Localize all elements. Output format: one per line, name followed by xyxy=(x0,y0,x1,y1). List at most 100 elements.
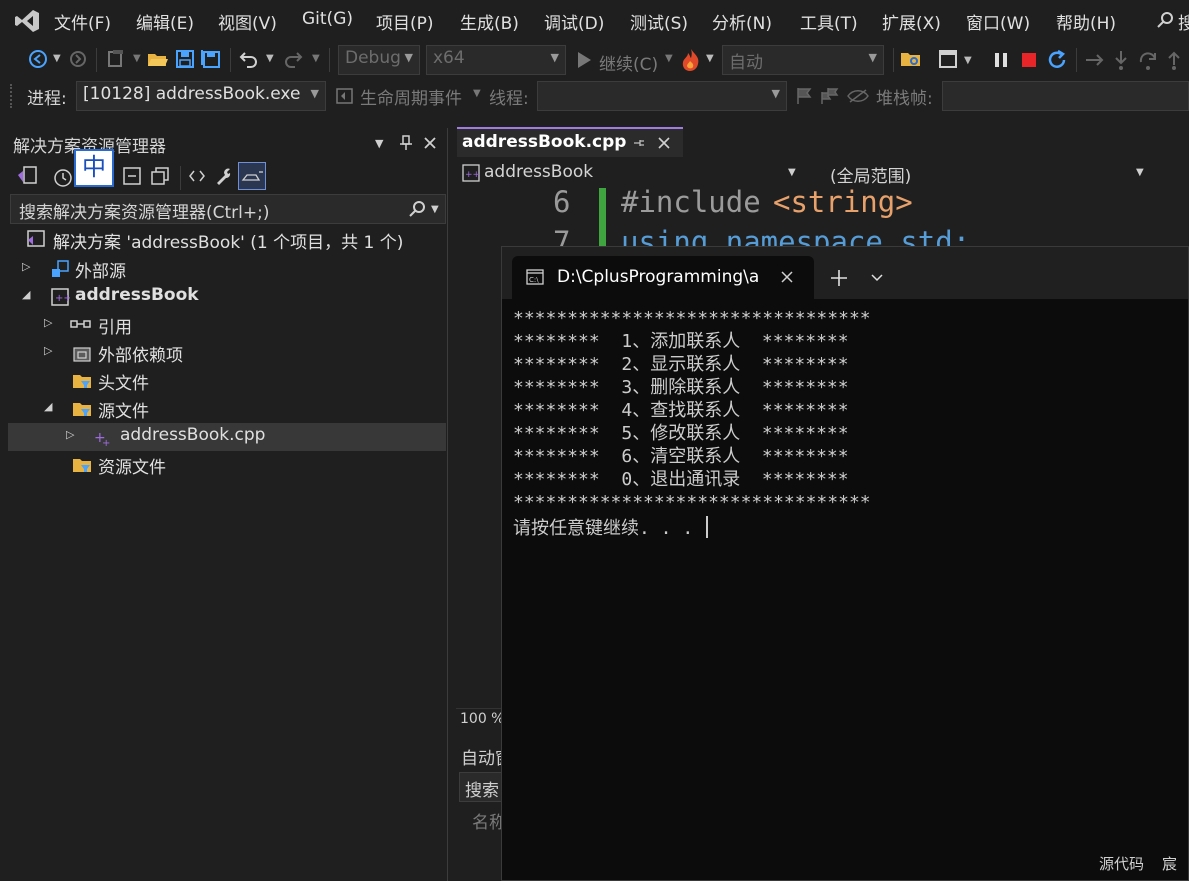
collapse-chevron-icon[interactable]: ◢ xyxy=(22,288,30,301)
menu-file[interactable]: 文件(F) xyxy=(54,9,111,34)
continue-play-icon[interactable] xyxy=(576,51,592,69)
source-control-label[interactable]: 源代码 xyxy=(1099,853,1144,874)
pin-icon[interactable] xyxy=(399,135,413,151)
stack-frame-dropdown[interactable] xyxy=(942,81,1189,111)
external-sources-icon xyxy=(50,259,69,277)
preview-selected-items-icon[interactable] xyxy=(238,162,266,190)
filter-threads-icon[interactable] xyxy=(847,88,869,104)
configuration-dropdown[interactable]: Debug ▼ xyxy=(338,45,420,75)
application-window-icon[interactable] xyxy=(938,49,960,71)
panel-options-dropdown-icon[interactable]: ▼ xyxy=(375,137,383,150)
show-next-statement-icon[interactable] xyxy=(1085,51,1105,69)
collapse-all-icon[interactable] xyxy=(122,166,142,186)
view-code-icon[interactable] xyxy=(188,168,206,184)
menu-extensions[interactable]: 扩展(X) xyxy=(882,9,941,34)
bottom-right-extra[interactable]: 宸 xyxy=(1162,853,1177,874)
tree-item-external-dependencies[interactable]: ▷ 外部依赖项 xyxy=(8,339,446,367)
close-icon[interactable] xyxy=(423,136,437,150)
continue-button-label[interactable]: 继续(C) xyxy=(599,50,658,75)
tree-item-source-cpp[interactable]: ▷ + + addressBook.cpp xyxy=(8,423,446,451)
menu-debug[interactable]: 调试(D) xyxy=(544,9,604,34)
expand-chevron-icon[interactable]: ▷ xyxy=(44,344,52,357)
close-tab-icon[interactable] xyxy=(658,137,670,149)
menu-git[interactable]: Git(G) xyxy=(302,9,353,29)
pending-changes-icon[interactable] xyxy=(52,166,74,188)
lifecycle-events-label[interactable]: 生命周期事件 xyxy=(360,84,462,109)
search-icon[interactable] xyxy=(408,200,426,218)
flag-thread-icon[interactable] xyxy=(796,87,812,105)
new-dropdown-icon[interactable]: ▼ xyxy=(133,53,141,64)
new-project-icon[interactable] xyxy=(106,49,126,69)
menu-edit[interactable]: 编辑(E) xyxy=(136,9,194,34)
menu-tools[interactable]: 工具(T) xyxy=(800,9,858,34)
show-all-files-icon[interactable] xyxy=(150,166,170,186)
redo-dropdown-icon[interactable]: ▼ xyxy=(312,53,320,64)
tree-item-project[interactable]: ◢ ++ addressBook xyxy=(8,283,446,311)
console-window[interactable]: C:\ D:\CplusProgramming\a **************… xyxy=(501,246,1189,881)
menu-analyze[interactable]: 分析(N) xyxy=(712,9,772,34)
restart-icon[interactable] xyxy=(1046,49,1068,71)
redo-icon[interactable] xyxy=(282,49,304,69)
undo-dropdown-icon[interactable]: ▼ xyxy=(266,53,274,64)
menu-window[interactable]: 窗口(W) xyxy=(966,9,1030,34)
open-folder-icon[interactable] xyxy=(147,49,169,69)
step-into-icon[interactable] xyxy=(1112,50,1130,70)
back-dropdown-icon[interactable]: ▼ xyxy=(53,53,61,64)
forward-icon[interactable] xyxy=(69,50,87,68)
continue-dropdown-icon[interactable]: ▼ xyxy=(665,53,673,64)
search-options-dropdown-icon[interactable]: ▼ xyxy=(431,204,439,215)
menu-view[interactable]: 视图(V) xyxy=(218,9,277,34)
code-preprocessor: #include xyxy=(621,185,761,219)
expand-chevron-icon[interactable]: ▷ xyxy=(44,316,52,329)
pause-icon[interactable] xyxy=(994,52,1008,68)
hot-reload-dropdown-icon[interactable]: ▼ xyxy=(706,53,714,64)
tree-item-external-sources[interactable]: ▷ 外部源 xyxy=(8,255,446,283)
tree-item-source-files[interactable]: ◢ 源文件 xyxy=(8,395,446,423)
pin-tab-icon[interactable] xyxy=(633,137,645,149)
global-scope-dropdown[interactable]: (全局范围) ▼ xyxy=(806,160,1150,187)
step-out-icon[interactable] xyxy=(1165,50,1183,70)
dropdown-arrow-icon: ▼ xyxy=(1136,167,1144,178)
search-icon[interactable] xyxy=(1156,11,1174,29)
switch-views-icon[interactable] xyxy=(16,165,38,187)
tree-item-references[interactable]: ▷ 引用 xyxy=(8,311,446,339)
collapse-chevron-icon[interactable]: ◢ xyxy=(44,400,52,413)
editor-tab-active[interactable]: addressBook.cpp xyxy=(457,127,683,157)
back-icon[interactable] xyxy=(28,49,48,69)
lifecycle-events-icon[interactable] xyxy=(336,87,354,105)
step-over-icon[interactable] xyxy=(1138,50,1158,70)
auto-dropdown[interactable]: 自动 ▼ xyxy=(722,45,884,75)
hot-reload-flame-icon[interactable] xyxy=(680,48,702,72)
menu-test[interactable]: 测试(S) xyxy=(630,9,688,34)
solution-search-input[interactable]: 搜索解决方案资源管理器(Ctrl+;) xyxy=(10,194,446,224)
expand-chevron-icon[interactable]: ▷ xyxy=(66,428,74,441)
lifecycle-dropdown-icon[interactable]: ▼ xyxy=(473,88,481,99)
menu-project[interactable]: 项目(P) xyxy=(376,9,434,34)
platform-dropdown[interactable]: x64 ▼ xyxy=(426,45,566,75)
tree-item-header-files[interactable]: 头文件 xyxy=(8,367,446,395)
close-tab-icon[interactable] xyxy=(780,270,794,284)
tree-item-label: 头文件 xyxy=(98,374,149,394)
menu-build[interactable]: 生成(B) xyxy=(460,9,519,34)
chevron-down-icon[interactable] xyxy=(870,273,884,283)
tree-item-resource-files[interactable]: 资源文件 xyxy=(8,451,446,479)
save-all-icon[interactable] xyxy=(201,49,221,69)
tree-item-solution[interactable]: 解决方案 'addressBook' (1 个项目，共 1 个) xyxy=(8,226,446,254)
properties-wrench-icon[interactable] xyxy=(214,166,234,186)
zoom-level[interactable]: 100 % xyxy=(460,711,504,727)
window-dropdown-icon[interactable]: ▼ xyxy=(964,55,972,66)
console-tab[interactable]: C:\ D:\CplusProgramming\a xyxy=(512,256,814,299)
menu-help[interactable]: 帮助(H) xyxy=(1056,9,1116,34)
thread-dropdown[interactable]: ▼ xyxy=(537,81,787,111)
toolbar-grip[interactable] xyxy=(10,84,14,108)
undo-icon[interactable] xyxy=(238,49,260,69)
process-dropdown[interactable]: [10128] addressBook.exe ▼ xyxy=(76,81,326,111)
expand-chevron-icon[interactable]: ▷ xyxy=(22,260,30,273)
flag-threads-icon[interactable] xyxy=(820,87,840,105)
folder-search-icon[interactable] xyxy=(900,49,922,69)
save-icon[interactable] xyxy=(175,49,195,69)
new-tab-plus-icon[interactable] xyxy=(830,269,848,287)
project-scope-dropdown[interactable]: ++ addressBook ▼ xyxy=(458,160,802,186)
stop-icon[interactable] xyxy=(1021,52,1037,68)
search-label[interactable]: 搜 xyxy=(1178,9,1189,34)
